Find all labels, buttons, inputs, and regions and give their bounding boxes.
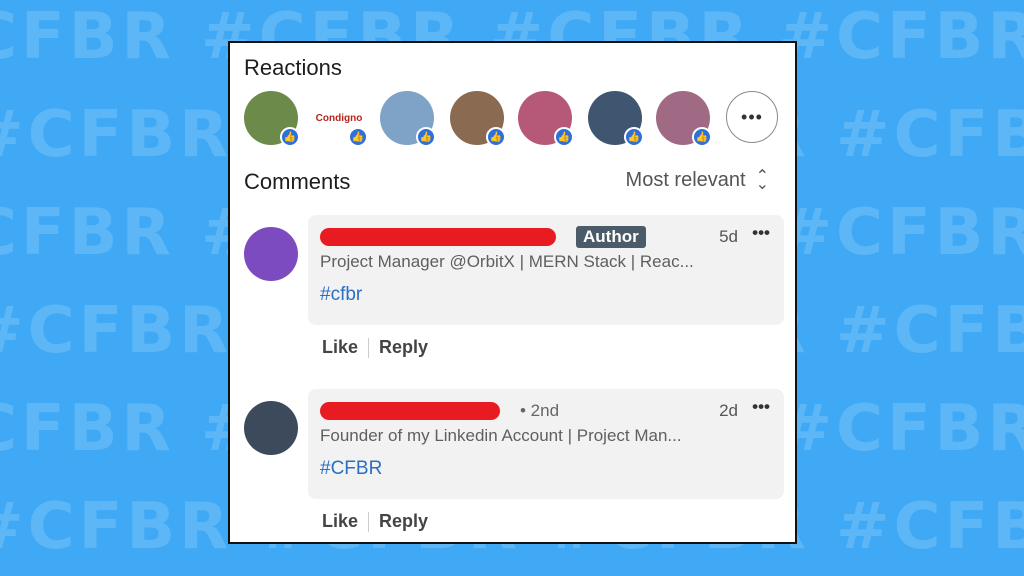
commenter-headline: Founder of my Linkedin Account | Project… (320, 426, 682, 445)
comment-bubble: • 2nd 2d ••• Founder of my Linkedin Acco… (308, 389, 784, 499)
comment-hashtag[interactable]: #CFBR (320, 458, 772, 480)
commenter-avatar[interactable] (244, 227, 298, 281)
commenter-headline: Project Manager @OrbitX | MERN Stack | R… (320, 252, 694, 271)
comment-item: Author 5d ••• Project Manager @OrbitX | … (244, 215, 784, 365)
reply-button[interactable]: Reply (379, 337, 428, 358)
reactor-avatar[interactable]: 👍 (656, 91, 712, 147)
reply-button[interactable]: Reply (379, 511, 428, 532)
more-icon: ••• (741, 106, 763, 127)
commenter-avatar[interactable] (244, 401, 298, 455)
comments-heading: Comments (244, 169, 351, 194)
like-icon: 👍 (624, 127, 644, 147)
sort-chevrons-icon: ⌃ ⌄ (755, 167, 769, 193)
company-logo-text: Condigno (315, 112, 363, 124)
reactor-avatar[interactable]: 👍 (450, 91, 506, 147)
linkedin-post-card: Reactions 👍 Condigno 👍 👍 👍 👍 👍 👍 ••• Com… (228, 41, 797, 544)
divider (368, 511, 370, 532)
like-icon: 👍 (486, 127, 506, 147)
author-badge: Author (576, 226, 646, 248)
sort-dropdown[interactable]: Most relevant ⌃ ⌄ (625, 167, 769, 193)
like-icon: 👍 (554, 127, 574, 147)
connection-degree: • 2nd (520, 401, 560, 420)
redacted-name[interactable] (320, 402, 500, 420)
more-reactions-button[interactable]: ••• (726, 91, 778, 143)
like-button[interactable]: Like (322, 511, 358, 532)
comment-hashtag[interactable]: #cfbr (320, 284, 772, 306)
reactor-avatar[interactable]: 👍 (380, 91, 436, 147)
sort-label: Most relevant (625, 169, 746, 191)
like-icon: 👍 (692, 127, 712, 147)
redacted-name[interactable] (320, 228, 556, 246)
comment-actions: Like Reply (322, 337, 428, 358)
divider (368, 337, 370, 358)
reactor-avatar[interactable]: 👍 (518, 91, 574, 147)
reactor-avatar[interactable]: 👍 (588, 91, 644, 147)
comment-bubble: Author 5d ••• Project Manager @OrbitX | … (308, 215, 784, 325)
comment-timestamp: 5d (719, 227, 738, 246)
reactor-avatar-company-logo[interactable]: Condigno 👍 (312, 91, 368, 147)
like-icon: 👍 (280, 127, 300, 147)
comment-actions: Like Reply (322, 511, 428, 532)
comment-options-icon[interactable]: ••• (752, 223, 770, 243)
like-icon: 👍 (416, 127, 436, 147)
reactions-heading: Reactions (244, 55, 342, 80)
reactor-avatar[interactable]: 👍 (244, 91, 300, 147)
like-button[interactable]: Like (322, 337, 358, 358)
comment-options-icon[interactable]: ••• (752, 397, 770, 417)
like-icon: 👍 (348, 127, 368, 147)
comment-item: • 2nd 2d ••• Founder of my Linkedin Acco… (244, 389, 784, 539)
comment-timestamp: 2d (719, 401, 738, 420)
